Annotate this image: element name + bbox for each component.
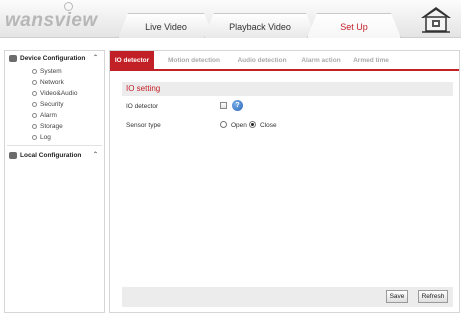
sidebar: Device Configuration ⌃ System Network Vi… <box>4 50 105 313</box>
device-config-icon <box>9 55 17 62</box>
tab-set-up[interactable]: Set Up <box>307 13 401 38</box>
refresh-button[interactable]: Refresh <box>418 290 448 303</box>
subtab-motion-detection[interactable]: Motion detection <box>160 51 228 70</box>
bullet-icon <box>32 135 37 140</box>
collapse-caret-icon[interactable]: ⌃ <box>93 148 98 163</box>
sidebar-item-storage[interactable]: Storage <box>5 121 104 132</box>
io-detector-checkbox[interactable] <box>220 102 227 109</box>
sidebar-item-label: Log <box>40 134 51 141</box>
sidebar-group-label: Device Configuration <box>20 55 86 62</box>
sensor-close-radio[interactable] <box>249 121 256 128</box>
sidebar-item-label: System <box>40 68 62 75</box>
bullet-icon <box>32 91 37 96</box>
sensor-type-label: Sensor type <box>126 122 161 129</box>
sidebar-item-label: Storage <box>40 123 63 130</box>
sensor-open-radio[interactable] <box>220 121 227 128</box>
collapse-caret-icon[interactable]: ⌃ <box>93 51 98 66</box>
sidebar-item-video-audio[interactable]: Video&Audio <box>5 88 104 99</box>
subtab-bar: IO detector Motion detection Audio detec… <box>110 51 459 71</box>
sidebar-item-label: Alarm <box>40 112 57 119</box>
subtab-audio-detection[interactable]: Audio detection <box>232 51 292 70</box>
bullet-icon <box>32 102 37 107</box>
sidebar-item-label: Network <box>40 79 64 86</box>
sidebar-group-device-configuration[interactable]: Device Configuration ⌃ <box>5 51 104 66</box>
brand-logo: wansview <box>5 10 98 31</box>
logo-eye-icon <box>64 2 73 11</box>
main-panel: IO detector Motion detection Audio detec… <box>109 50 460 313</box>
subtab-alarm-action[interactable]: Alarm action <box>296 51 346 70</box>
sensor-close-label: Close <box>260 122 277 129</box>
sidebar-item-label: Video&Audio <box>40 90 78 97</box>
sidebar-divider <box>7 145 102 146</box>
sensor-open-label: Open <box>231 122 247 129</box>
section-title: IO setting <box>122 82 453 96</box>
subtab-io-detector[interactable]: IO detector <box>110 51 154 70</box>
sidebar-item-network[interactable]: Network <box>5 77 104 88</box>
io-detector-label: IO detector <box>126 103 159 110</box>
sidebar-group-local-configuration[interactable]: Local Configuration ⌃ <box>5 148 104 163</box>
sidebar-item-log[interactable]: Log <box>5 132 104 143</box>
bullet-icon <box>32 69 37 74</box>
sidebar-item-label: Security <box>40 101 64 108</box>
subtab-armed-time[interactable]: Armed time <box>346 51 396 70</box>
sidebar-group-label: Local Configuration <box>20 152 82 159</box>
bullet-icon <box>32 124 37 129</box>
tab-playback-video[interactable]: Playback Video <box>204 13 316 38</box>
sidebar-item-security[interactable]: Security <box>5 99 104 110</box>
bullet-icon <box>32 80 37 85</box>
local-config-icon <box>9 152 17 159</box>
top-header: wansview Live Video Playback Video Set U… <box>0 0 461 38</box>
sidebar-item-system[interactable]: System <box>5 66 104 77</box>
tab-live-video[interactable]: Live Video <box>118 13 214 38</box>
save-button[interactable]: Save <box>386 290 408 303</box>
help-icon[interactable]: ? <box>232 100 243 111</box>
home-icon[interactable] <box>418 4 454 34</box>
bullet-icon <box>32 113 37 118</box>
action-footer: Save Refresh <box>122 287 453 307</box>
sidebar-item-alarm[interactable]: Alarm <box>5 110 104 121</box>
